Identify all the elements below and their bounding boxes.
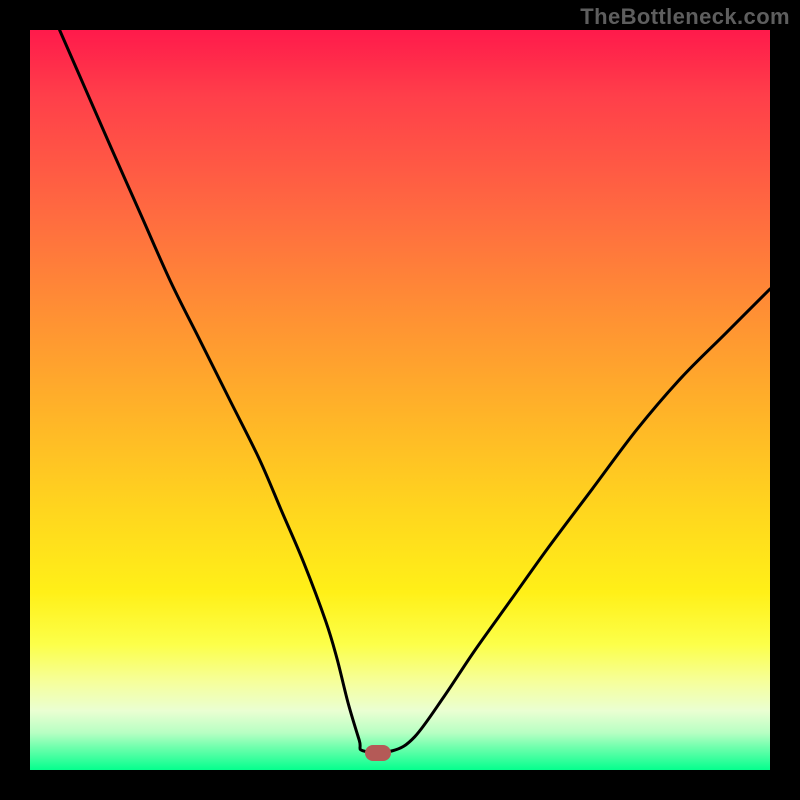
bottleneck-curve [60, 30, 770, 752]
watermark-text: TheBottleneck.com [580, 4, 790, 30]
optimum-marker [365, 745, 391, 761]
curve-svg [30, 30, 770, 770]
chart-frame: TheBottleneck.com [0, 0, 800, 800]
plot-area [30, 30, 770, 770]
